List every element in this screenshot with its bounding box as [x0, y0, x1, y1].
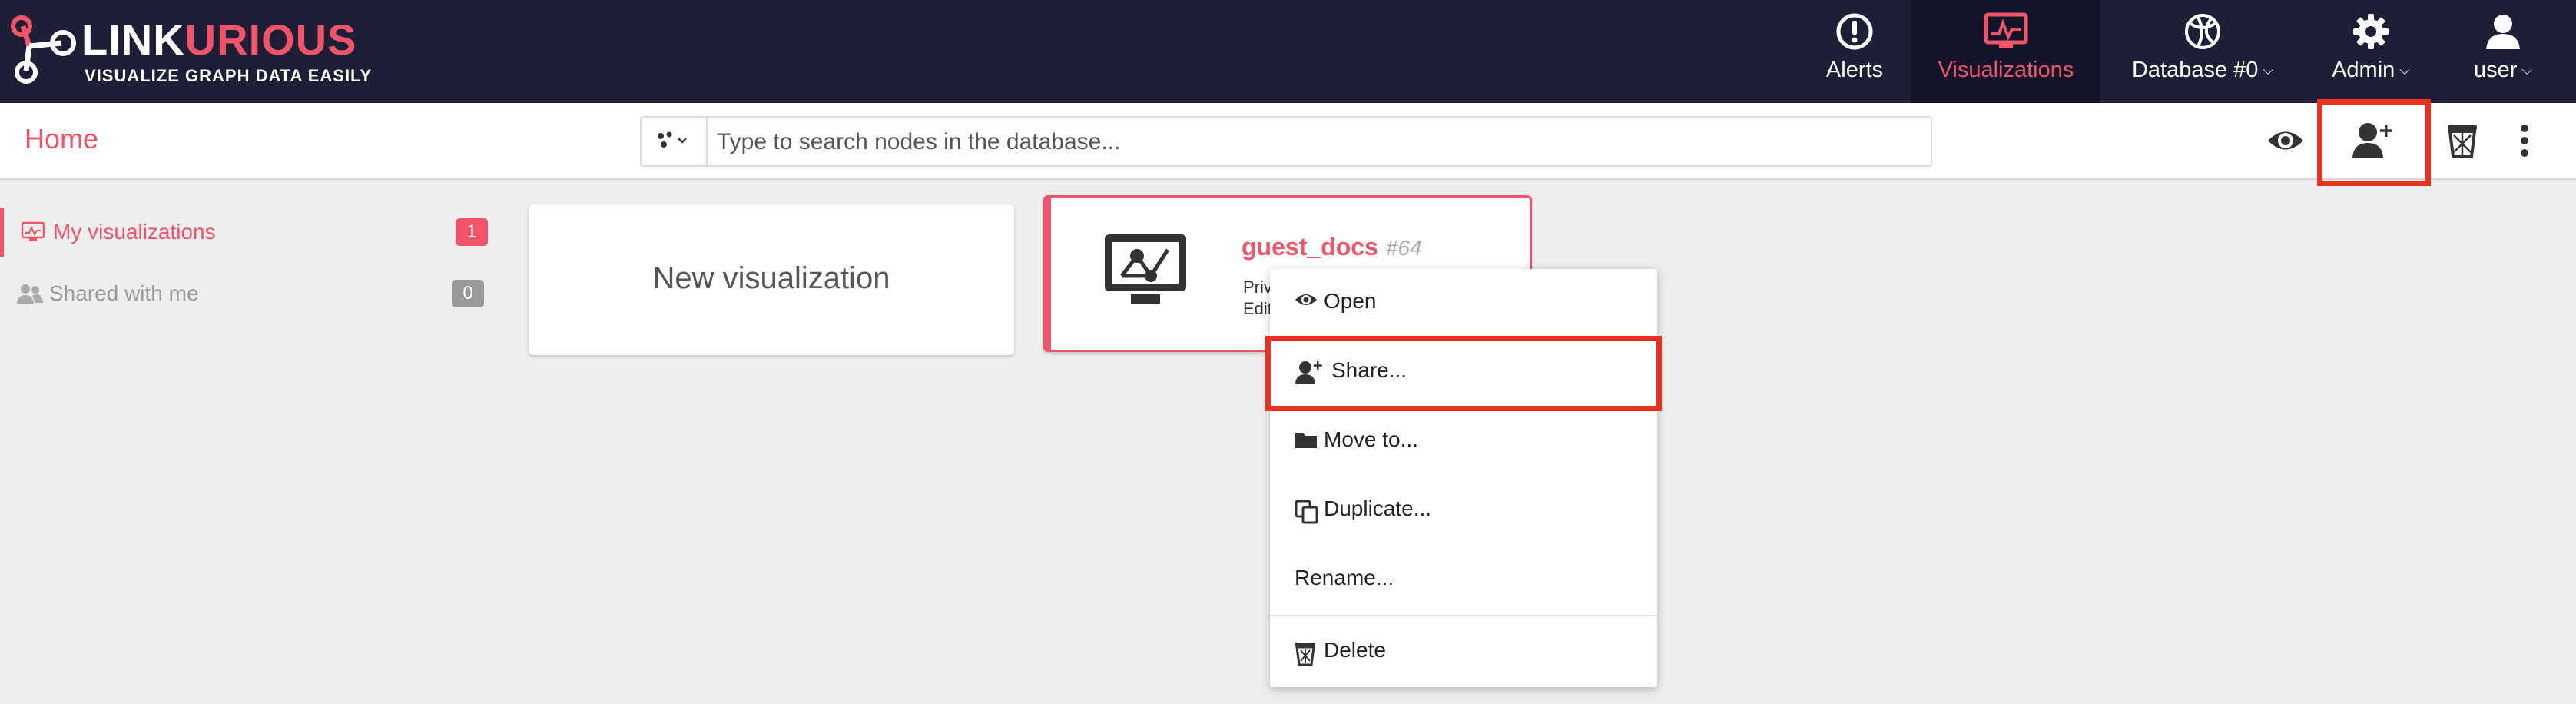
linkurious-logo[interactable]: LINKURIOUS VISUALIZE GRAPH DATA EASILY [8, 15, 371, 85]
menu-item-label: Move to... [1324, 427, 1418, 451]
menu-item-label: Duplicate... [1324, 496, 1432, 520]
menu-item-label: Rename... [1295, 566, 1394, 589]
eye-icon[interactable] [2266, 128, 2305, 154]
search-mode-dropdown[interactable] [642, 118, 708, 165]
nav-user-dropdown[interactable]: user ⌵ [2449, 0, 2557, 103]
highlight-box-share-menu-item [1265, 336, 1662, 411]
sidebar-item-shared-with-me[interactable]: Shared with me 0 [0, 269, 492, 318]
nav-admin-dropdown[interactable]: Admin ⌵ [2306, 0, 2435, 103]
nav-database-dropdown[interactable]: Database #0 ⌵ [2114, 0, 2291, 103]
page-header: Home [0, 103, 2576, 180]
top-navbar: LINKURIOUS VISUALIZE GRAPH DATA EASILY A… [0, 0, 2576, 103]
nav-alerts[interactable]: Alerts [1812, 0, 1898, 103]
gear-icon [2353, 14, 2389, 49]
eye-icon [1295, 294, 1317, 305]
count-badge: 0 [452, 280, 484, 307]
trash-icon [1295, 643, 1315, 666]
globe-icon [2185, 14, 2220, 49]
menu-item-move-to[interactable]: Move to... [1270, 407, 1657, 473]
breadcrumb-home[interactable]: Home [25, 123, 98, 155]
copy-icon [1295, 500, 1318, 524]
nav-database-label: Database #0 [2131, 58, 2259, 82]
trash-icon[interactable] [2446, 123, 2478, 158]
new-visualization-card[interactable]: New visualization [529, 204, 1014, 355]
sidebar-item-my-visualizations[interactable]: My visualizations 1 [0, 208, 496, 257]
count-badge: 1 [456, 218, 488, 246]
nav-user-label: user [2473, 58, 2518, 82]
monitor-graph-icon [1984, 12, 2028, 48]
sidebar-item-label: Shared with me [49, 281, 199, 305]
chevron-down-icon: ⌵ [2263, 62, 2274, 78]
search-bar [640, 116, 1932, 167]
folder-icon [1295, 433, 1317, 448]
brand-tagline: VISUALIZE GRAPH DATA EASILY [85, 66, 373, 85]
users-icon [17, 284, 43, 304]
nav-visualizations-label: Visualizations [1938, 58, 2074, 82]
search-input[interactable] [715, 118, 1917, 167]
visualization-id: #64 [1385, 236, 1422, 260]
graph-nodes-icon [658, 131, 687, 148]
sidebar-item-label: My visualizations [53, 220, 216, 244]
logo-graph-icon [11, 15, 76, 84]
visualization-thumbnail-icon [1105, 234, 1186, 304]
chevron-down-icon: ⌵ [2521, 62, 2533, 78]
visualization-context-menu: Open Share... Move to... Duplicate... Re… [1270, 269, 1657, 687]
monitor-icon [21, 221, 45, 241]
menu-item-label: Open [1324, 289, 1377, 313]
menu-item-open[interactable]: Open [1270, 269, 1657, 335]
menu-item-rename[interactable]: Rename... [1270, 546, 1657, 612]
more-vertical-icon[interactable] [2520, 125, 2529, 157]
alert-circle-icon [1836, 13, 1873, 50]
menu-item-duplicate[interactable]: Duplicate... [1270, 477, 1657, 543]
chevron-down-icon: ⌵ [2399, 62, 2410, 78]
new-visualization-label: New visualization [652, 261, 890, 295]
nav-admin-label: Admin [2332, 58, 2395, 82]
brand-name: LINKURIOUS [81, 15, 357, 64]
highlight-box-share-tool [2317, 99, 2431, 186]
menu-item-delete[interactable]: Delete [1270, 618, 1657, 684]
user-icon [2486, 15, 2520, 49]
nav-alerts-label: Alerts [1825, 58, 1884, 82]
menu-item-label: Delete [1324, 638, 1386, 662]
menu-divider [1270, 615, 1657, 616]
visualization-title[interactable]: guest_docs #64 [1242, 233, 1422, 261]
nav-visualizations[interactable]: Visualizations [1911, 0, 2100, 103]
